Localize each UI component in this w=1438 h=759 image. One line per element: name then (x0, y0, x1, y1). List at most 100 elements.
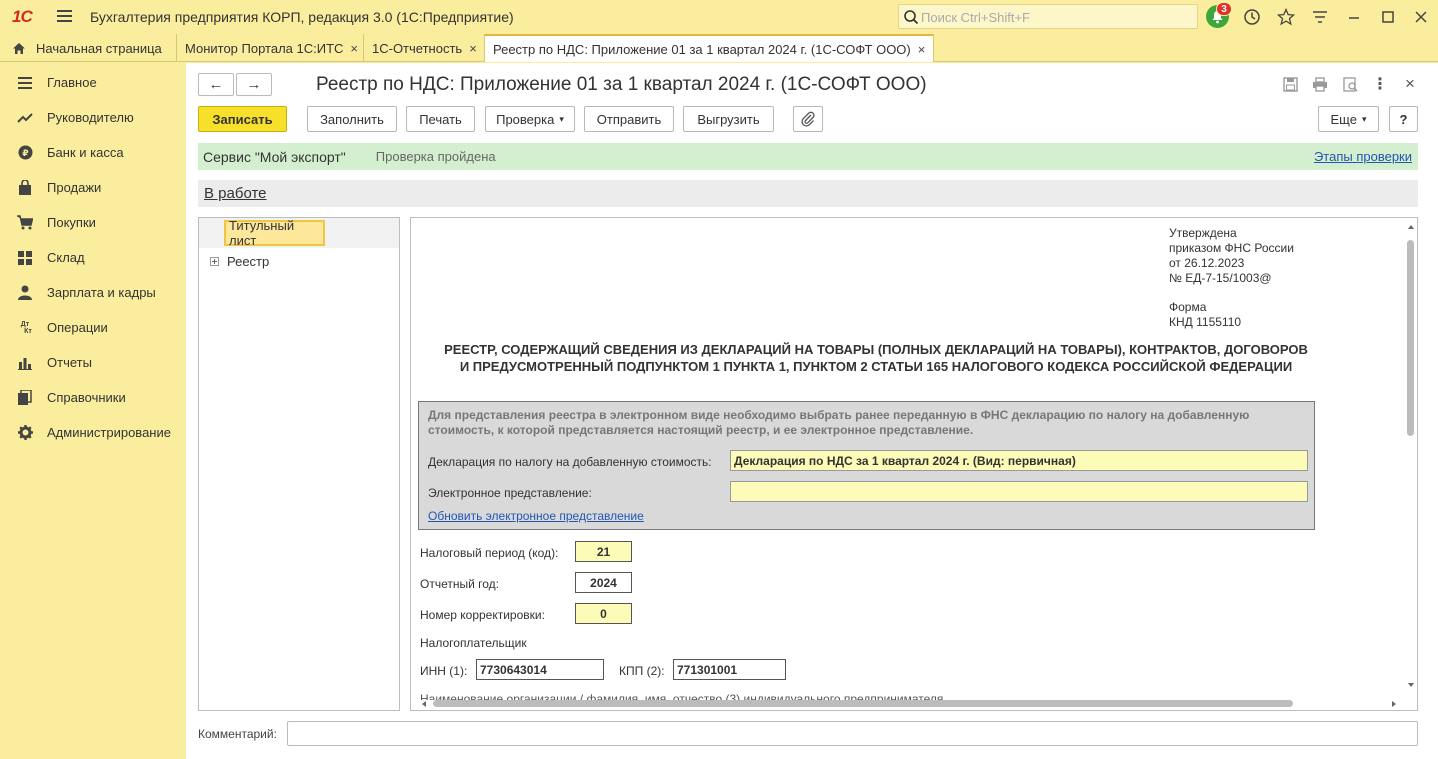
declaration-field[interactable]: Декларация по НДС за 1 квартал 2024 г. (… (730, 450, 1308, 471)
tab-close-icon[interactable]: × (469, 41, 477, 56)
sidebar-item-operations[interactable]: Дт Кт Операции (0, 310, 186, 345)
kpp-field[interactable]: 771301001 (673, 659, 786, 680)
help-button[interactable]: ? (1389, 106, 1418, 132)
sidebar-item-label: Склад (47, 250, 85, 265)
tax-period-field[interactable]: 21 (575, 541, 632, 562)
minimize-icon[interactable] (1343, 6, 1365, 28)
ruble-coin-icon: ₽ (17, 145, 33, 161)
more-actions-icon[interactable]: ⋮ (1371, 75, 1389, 93)
sidebar-item-warehouse[interactable]: Склад (0, 240, 186, 275)
notification-badge: 3 (1216, 2, 1232, 16)
sidebar-item-reports[interactable]: Отчеты (0, 345, 186, 380)
form-line: КНД 1155110 (1169, 315, 1242, 329)
sidebar-item-sales[interactable]: Продажи (0, 170, 186, 205)
comment-input[interactable] (287, 721, 1418, 746)
shopping-bag-icon (17, 180, 33, 196)
scroll-up-icon[interactable] (1407, 224, 1415, 230)
electronic-representation-field[interactable] (730, 481, 1308, 502)
document-status-link[interactable]: В работе (204, 185, 267, 202)
sidebar-item-label: Продажи (47, 180, 102, 195)
settings-funnel-icon[interactable] (1309, 6, 1331, 28)
sidebar-item-administration[interactable]: Администрирование (0, 415, 186, 450)
electronic-label: Электронное представление: (428, 486, 592, 500)
chevron-down-icon: ▾ (559, 113, 564, 124)
tab-close-icon[interactable]: × (350, 41, 358, 56)
tab-its-portal-monitor[interactable]: Монитор Портала 1С:ИТС × (177, 34, 364, 62)
sidebar-item-bank[interactable]: ₽ Банк и касса (0, 135, 186, 170)
search-icon (904, 10, 919, 25)
search-box[interactable] (898, 4, 1198, 29)
tree-item-label: Реестр (227, 253, 270, 269)
fill-button[interactable]: Заполнить (307, 106, 397, 132)
attach-button[interactable] (793, 106, 823, 132)
maximize-icon[interactable] (1377, 6, 1399, 28)
sidebar-item-purchases[interactable]: Покупки (0, 205, 186, 240)
register-heading: РЕЕСТР, СОДЕРЖАЩИЙ СВЕДЕНИЯ ИЗ ДЕКЛАРАЦИ… (444, 342, 1308, 374)
top-bar: 1С Бухгалтерия предприятия КОРП, редакци… (0, 0, 1438, 34)
tab-1c-reporting[interactable]: 1С-Отчетность × (364, 34, 485, 62)
printer-icon[interactable] (1311, 75, 1329, 93)
taxpayer-label: Налогоплательщик (420, 636, 527, 650)
print-button[interactable]: Печать (406, 106, 475, 132)
credit-glyph: Кт (24, 327, 32, 335)
sidebar-item-catalogs[interactable]: Справочники (0, 380, 186, 415)
tab-home[interactable]: Начальная страница (0, 34, 177, 62)
forward-button[interactable]: → (236, 73, 272, 96)
save-button[interactable]: Записать (198, 106, 287, 132)
sidebar-item-salary[interactable]: Зарплата и кадры (0, 275, 186, 310)
check-stages-link[interactable]: Этапы проверки (1314, 149, 1412, 164)
sidebar-item-director[interactable]: Руководителю (0, 100, 186, 135)
upload-button[interactable]: Выгрузить (683, 106, 774, 132)
more-dropdown-button[interactable]: Еще ▾ (1318, 106, 1379, 132)
scroll-right-icon[interactable] (1391, 700, 1397, 708)
close-window-icon[interactable] (1410, 6, 1432, 28)
main-menu-icon[interactable] (57, 10, 72, 23)
more-button-label: Еще (1330, 111, 1357, 127)
preview-icon[interactable] (1341, 75, 1359, 93)
sections-tree: Титульный лист Реестр (198, 217, 400, 711)
form-line: Форма (1169, 300, 1207, 314)
sidebar-item-main[interactable]: Главное (0, 65, 186, 100)
tab-label: Реестр по НДС: Приложение 01 за 1 кварта… (493, 41, 911, 57)
save-disk-icon[interactable] (1281, 75, 1299, 93)
check-button-label: Проверка (496, 111, 555, 127)
sidebar: Главное Руководителю ₽ Банк и касса Прод… (0, 63, 186, 759)
tree-item-register[interactable]: Реестр (199, 246, 399, 276)
tree-item-title-page[interactable]: Титульный лист (224, 218, 325, 248)
check-dropdown-button[interactable]: Проверка ▾ (485, 106, 575, 132)
refresh-representation-link[interactable]: Обновить электронное представление (428, 509, 644, 523)
history-icon[interactable] (1241, 6, 1263, 28)
correction-number-field[interactable]: 0 (575, 603, 632, 624)
tab-vat-register[interactable]: Реестр по НДС: Приложение 01 за 1 кварта… (485, 34, 934, 62)
tab-bar: Начальная страница Монитор Портала 1С:ИТ… (0, 34, 1438, 62)
svg-text:₽: ₽ (22, 149, 28, 159)
sidebar-item-label: Зарплата и кадры (47, 285, 156, 300)
document-form: ← → Реестр по НДС: Приложение 01 за 1 кв… (186, 63, 1438, 759)
person-icon (17, 285, 33, 301)
scroll-down-icon[interactable] (1407, 682, 1415, 688)
horizontal-scrollbar[interactable] (433, 700, 1293, 707)
sidebar-item-label: Операции (47, 320, 108, 335)
approval-block: Утверждена приказом ФНС России от 26.12.… (1169, 226, 1294, 286)
sidebar-item-label: Справочники (47, 390, 126, 405)
expand-plus-icon[interactable] (210, 256, 219, 266)
scroll-left-icon[interactable] (421, 700, 427, 708)
back-button[interactable]: ← (198, 73, 234, 96)
sidebar-item-label: Администрирование (47, 425, 171, 440)
form-code-block: Форма КНД 1155110 (1169, 300, 1241, 330)
home-icon (13, 42, 25, 54)
service-name: Сервис "Мой экспорт" (203, 148, 346, 165)
favorites-star-icon[interactable] (1275, 6, 1297, 28)
tab-close-icon[interactable]: × (918, 42, 926, 57)
organization-name-label: Наименование организации / фамилия, имя,… (420, 692, 944, 700)
electronic-submission-box: Для представления реестра в электронном … (418, 401, 1315, 530)
report-year-field[interactable]: 2024 (575, 572, 632, 593)
search-input[interactable] (921, 8, 1191, 26)
vertical-scrollbar[interactable] (1407, 240, 1414, 436)
inn-field[interactable]: 7730643014 (476, 659, 604, 680)
approval-line: Утверждена (1169, 226, 1237, 240)
sidebar-item-label: Главное (47, 75, 97, 90)
send-button[interactable]: Отправить (584, 106, 674, 132)
page-title: Реестр по НДС: Приложение 01 за 1 кварта… (316, 74, 927, 95)
close-form-icon[interactable]: × (1401, 74, 1419, 93)
